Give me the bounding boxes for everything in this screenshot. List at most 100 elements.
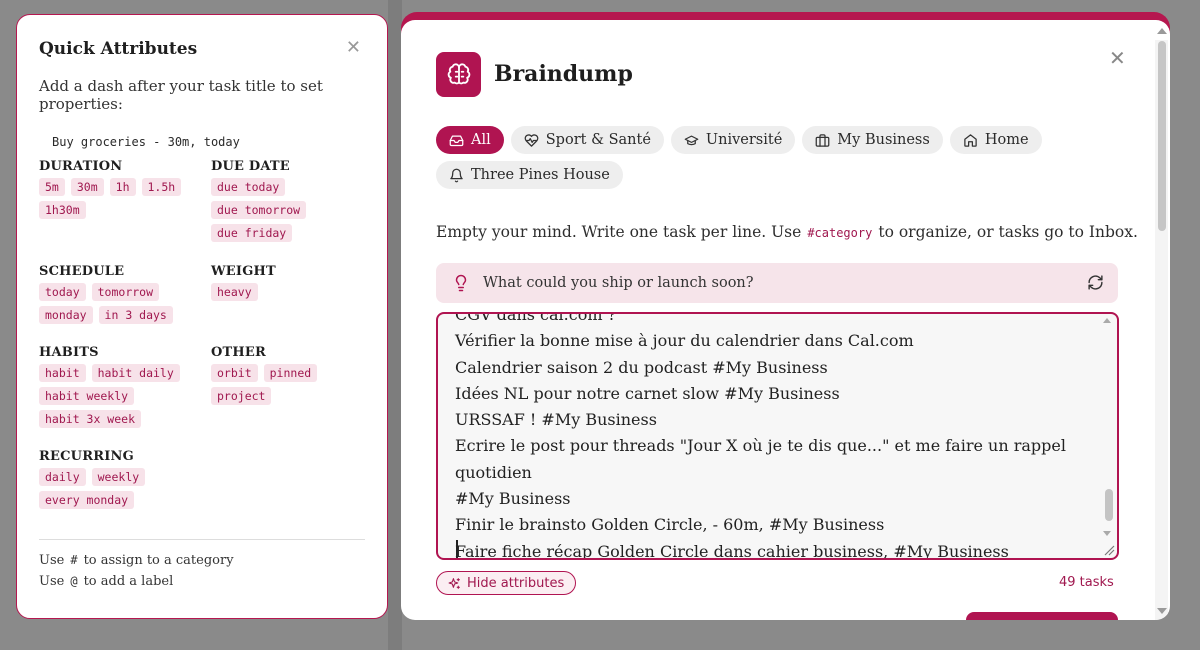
tab-universite[interactable]: Université bbox=[670, 126, 796, 154]
tab-label: All bbox=[471, 132, 491, 148]
braindump-title: Braindump bbox=[494, 61, 633, 87]
textarea-line: Faire fiche récap Golden Circle dans cah… bbox=[455, 541, 1009, 560]
hint-symbol: # bbox=[70, 553, 78, 567]
textarea-line: Finir le brainsto Golden Circle, - 60m, … bbox=[455, 515, 885, 535]
close-icon[interactable]: ✕ bbox=[346, 39, 361, 57]
briefcase-icon bbox=[815, 133, 830, 147]
section-title: DUE DATE bbox=[211, 159, 290, 174]
close-icon[interactable]: ✕ bbox=[1109, 46, 1126, 70]
attribute-chip[interactable]: due today bbox=[211, 178, 286, 196]
footer-label-hint: Use @ to add a label bbox=[39, 574, 173, 589]
chip-list: today tomorrow monday in 3 days bbox=[39, 283, 209, 324]
refresh-icon[interactable] bbox=[1087, 274, 1104, 291]
resize-handle-icon[interactable] bbox=[1101, 542, 1115, 556]
quick-attributes-example: Buy groceries - 30m, today bbox=[52, 135, 240, 149]
attribute-chip[interactable]: habit weekly bbox=[39, 387, 135, 405]
bell-icon bbox=[450, 168, 463, 182]
inbox-icon bbox=[449, 135, 464, 146]
attribute-chip[interactable]: habit 3x week bbox=[39, 410, 142, 428]
attribute-chip[interactable]: 30m bbox=[70, 178, 104, 196]
attribute-chip[interactable]: habit bbox=[39, 364, 86, 382]
graduation-cap-icon bbox=[684, 135, 699, 145]
attribute-chip[interactable]: orbit bbox=[211, 364, 258, 382]
home-icon bbox=[964, 133, 977, 147]
hide-attributes-button[interactable]: Hide attributes bbox=[436, 571, 577, 595]
braindump-modal: Braindump ✕ All Sport & Santé Université… bbox=[401, 20, 1170, 620]
quick-attributes-intro: Add a dash after your task title to set … bbox=[39, 77, 323, 113]
section-title: HABITS bbox=[39, 345, 99, 360]
section-title: DURATION bbox=[39, 159, 123, 174]
quick-attributes-title: Quick Attributes bbox=[39, 39, 198, 59]
attribute-chip[interactable]: daily bbox=[39, 468, 86, 486]
attribute-chip[interactable]: pinned bbox=[263, 364, 318, 382]
heart-pulse-icon bbox=[524, 133, 539, 147]
hint-text: to assign to a category bbox=[83, 553, 234, 568]
attribute-chip[interactable]: 1h30m bbox=[39, 201, 86, 219]
description-after: to organize, or tasks go to Inbox. bbox=[878, 223, 1138, 241]
tab-my-business[interactable]: My Business bbox=[802, 126, 943, 154]
description-before: Empty your mind. Write one task per line… bbox=[436, 223, 802, 241]
attribute-chip[interactable]: today bbox=[39, 283, 86, 301]
hint-use: Use bbox=[39, 574, 65, 589]
footer-category-hint: Use # to assign to a category bbox=[39, 553, 234, 568]
attribute-chip[interactable]: 1.5h bbox=[141, 178, 182, 196]
attribute-chip[interactable]: habit daily bbox=[91, 364, 180, 382]
attribute-chip[interactable]: heavy bbox=[211, 283, 258, 301]
section-title: RECURRING bbox=[39, 449, 134, 464]
attribute-chip[interactable]: weekly bbox=[91, 468, 146, 486]
attribute-chip[interactable]: in 3 days bbox=[98, 306, 173, 324]
tab-label: Three Pines House bbox=[471, 167, 610, 183]
hint-symbol: @ bbox=[70, 574, 78, 588]
scroll-down-arrow[interactable] bbox=[1157, 608, 1167, 614]
braindump-description: Empty your mind. Write one task per line… bbox=[436, 223, 1138, 241]
textarea-scrollbar-thumb[interactable] bbox=[1105, 489, 1113, 521]
tab-label: Université bbox=[705, 132, 783, 148]
section-title: WEIGHT bbox=[211, 264, 276, 279]
attribute-chip[interactable]: every monday bbox=[39, 491, 135, 509]
section-due-date: DUE DATE due today due tomorrow due frid… bbox=[211, 159, 361, 242]
attribute-chip[interactable]: due tomorrow bbox=[211, 201, 307, 219]
chip-list: heavy bbox=[211, 283, 361, 301]
tasks-textarea[interactable]: CGV dans cal.com ? Vérifier la bonne mis… bbox=[436, 312, 1119, 560]
attribute-chip[interactable]: 5m bbox=[39, 178, 65, 196]
tab-sport-sante[interactable]: Sport & Santé bbox=[510, 126, 664, 154]
description-code: #category bbox=[807, 226, 873, 240]
textarea-line: CGV dans cal.com ? bbox=[455, 312, 617, 324]
section-weight: WEIGHT heavy bbox=[211, 264, 361, 301]
textarea-scroll-up[interactable] bbox=[1103, 318, 1111, 323]
attribute-chip[interactable]: due friday bbox=[211, 224, 293, 242]
background-strip bbox=[388, 0, 402, 650]
section-recurring: RECURRING daily weekly every monday bbox=[39, 449, 239, 509]
lightbulb-icon bbox=[455, 274, 467, 292]
divider bbox=[39, 539, 365, 540]
quick-attributes-panel: Quick Attributes ✕ Add a dash after your… bbox=[16, 14, 388, 619]
tab-home[interactable]: Home bbox=[949, 126, 1042, 154]
attribute-chip[interactable]: 1h bbox=[109, 178, 136, 196]
prompt-text: What could you ship or launch soon? bbox=[483, 275, 754, 291]
chip-list: orbit pinned project bbox=[211, 364, 361, 405]
inspiration-prompt: What could you ship or launch soon? bbox=[436, 263, 1118, 303]
textarea-line: Calendrier saison 2 du podcast #My Busin… bbox=[455, 357, 828, 377]
submit-button[interactable] bbox=[966, 612, 1118, 620]
tab-all[interactable]: All bbox=[436, 126, 504, 154]
textarea-scroll-down[interactable] bbox=[1103, 531, 1111, 536]
hint-text: to add a label bbox=[83, 574, 174, 589]
chip-list: due today due tomorrow due friday bbox=[211, 178, 361, 242]
attribute-chip[interactable]: tomorrow bbox=[91, 283, 160, 301]
attribute-chip[interactable]: project bbox=[211, 387, 272, 405]
tab-label: Sport & Santé bbox=[545, 132, 651, 148]
scrollbar-thumb[interactable] bbox=[1158, 41, 1166, 231]
section-title: OTHER bbox=[211, 345, 266, 360]
textarea-line: #My Business bbox=[455, 489, 571, 509]
scroll-up-arrow[interactable] bbox=[1157, 28, 1167, 34]
section-title: SCHEDULE bbox=[39, 264, 125, 279]
tab-three-pines-house[interactable]: Three Pines House bbox=[436, 161, 623, 189]
hide-attributes-label: Hide attributes bbox=[467, 575, 565, 591]
tab-label: Home bbox=[984, 132, 1029, 148]
attribute-chip[interactable]: monday bbox=[39, 306, 93, 324]
section-other: OTHER orbit pinned project bbox=[211, 345, 361, 405]
section-schedule: SCHEDULE today tomorrow monday in 3 days bbox=[39, 264, 209, 324]
chip-list: 5m 30m 1h 1.5h 1h30m bbox=[39, 178, 209, 219]
textarea-line: URSSAF ! #My Business bbox=[455, 410, 657, 430]
hint-use: Use bbox=[39, 553, 65, 568]
